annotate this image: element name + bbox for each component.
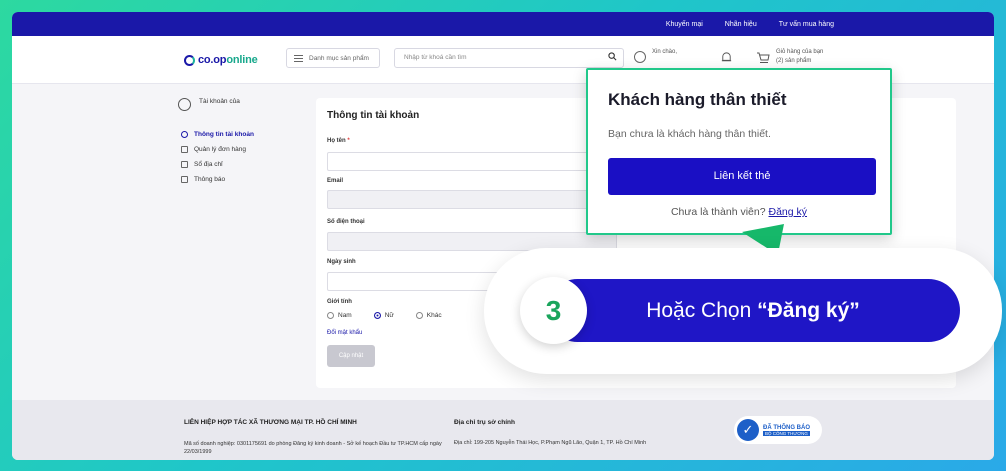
orders-icon [181,146,188,153]
footer-license: Mã số doanh nghiệp: 0301175691 do phòng … [184,441,442,455]
gender-label: Giới tính [327,299,352,305]
top-link-advice[interactable]: Tư vấn mua hàng [779,21,834,28]
top-bar: Khuyến mại Nhãn hiệu Tư vấn mua hàng [12,12,994,36]
check-icon: ✓ [737,419,759,441]
phone-label: Số điện thoại [327,219,365,225]
register-prompt: Chưa là thành viên? [670,206,766,218]
step-callout: Hoặc Chọn “Đăng ký” 3 [484,248,1002,374]
user-circle-icon [181,131,188,138]
account-label: Tài khoản của [199,98,240,105]
account-header: Tài khoản của [178,98,308,111]
footer-company: LIÊN HIỆP HỢP TÁC XÃ THƯƠNG MẠI TP. HỒ C… [184,419,357,426]
cart-icon[interactable] [756,52,770,64]
top-link-brands[interactable]: Nhãn hiệu [725,21,757,28]
category-button[interactable]: Danh mục sản phẩm [286,48,380,68]
popup-subtitle: Bạn chưa là khách hàng thân thiết. [608,128,771,140]
registered-badge[interactable]: ✓ ĐÃ THÔNG BÁO BỘ CÔNG THƯƠNG [734,416,822,444]
sidebar-item-orders[interactable]: Quản lý đơn hàng [178,142,308,157]
cart-label-line2: (2) sản phẩm [776,58,812,64]
cart-label[interactable]: Giỏ hàng của bạn (2) sản phẩm [776,48,823,66]
search-input[interactable]: Nhập từ khoá cần tìm [394,48,624,68]
update-button[interactable]: Cập nhật [327,345,375,367]
top-link-promotions[interactable]: Khuyến mại [666,21,703,28]
footer-address: Địa chỉ: 199-205 Nguyễn Thái Học, P.Phạm… [454,440,647,446]
sidebar-item-account-info[interactable]: Thông tin tài khoản [178,127,308,142]
address-icon [181,161,188,168]
register-line: Chưa là thành viên? Đăng ký [588,206,890,218]
top-links: Khuyến mại Nhãn hiệu Tư vấn mua hàng [666,12,834,36]
step-number: 3 [520,277,587,344]
category-button-label: Danh mục sản phẩm [309,54,369,62]
bell-icon [181,176,188,183]
search-icon[interactable] [608,52,617,61]
user-icon[interactable] [634,51,646,63]
footer-address-title: Địa chỉ trụ sở chính [454,419,515,426]
name-field[interactable] [327,152,617,171]
loyalty-popup: Khách hàng thân thiết Bạn chưa là khách … [586,68,892,235]
bell-icon[interactable] [720,51,733,64]
change-password-link[interactable]: Đổi mật khẩu [327,330,362,336]
name-label: Họ tên * [327,138,350,144]
dob-label: Ngày sinh [327,259,356,265]
email-label: Email [327,178,344,184]
sidebar-item-addresses[interactable]: Sổ địa chỉ [178,157,308,172]
avatar [178,98,191,111]
sidebar-item-notifications[interactable]: Thông báo [178,172,308,187]
popup-title: Khách hàng thân thiết [608,90,787,109]
cart-label-line1: Giỏ hàng của bạn [776,49,824,55]
callout-text: Hoặc Chọn “Đăng ký” [546,279,960,342]
account-sidebar: Tài khoản của Thông tin tài khoản Quản l… [178,98,308,187]
email-field[interactable] [327,190,617,209]
logo-text-b: online [226,54,258,66]
page: { "topbar": { "links": ["Khuyến mại", "N… [0,0,1006,471]
greeting: Xin chào, [652,49,678,55]
link-card-button[interactable]: Liên kết thẻ [608,158,876,195]
footer: LIÊN HIỆP HỢP TÁC XÃ THƯƠNG MẠI TP. HỒ C… [12,400,994,460]
gender-radio-female[interactable]: Nữ [373,312,394,319]
gender-radio-male[interactable]: Nam [327,312,352,319]
logo-icon [184,54,195,66]
gender-radio-other[interactable]: Khác [415,312,442,319]
badge-line2: BỘ CÔNG THƯƠNG [763,430,810,436]
gender-radios: Nam Nữ Khác [327,312,442,319]
menu-icon [294,54,303,62]
register-link[interactable]: Đăng ký [768,206,807,218]
logo-text-a: co.op [198,54,227,66]
logo[interactable]: co.oponline [184,54,258,66]
page-title: Thông tin tài khoản [327,110,420,121]
